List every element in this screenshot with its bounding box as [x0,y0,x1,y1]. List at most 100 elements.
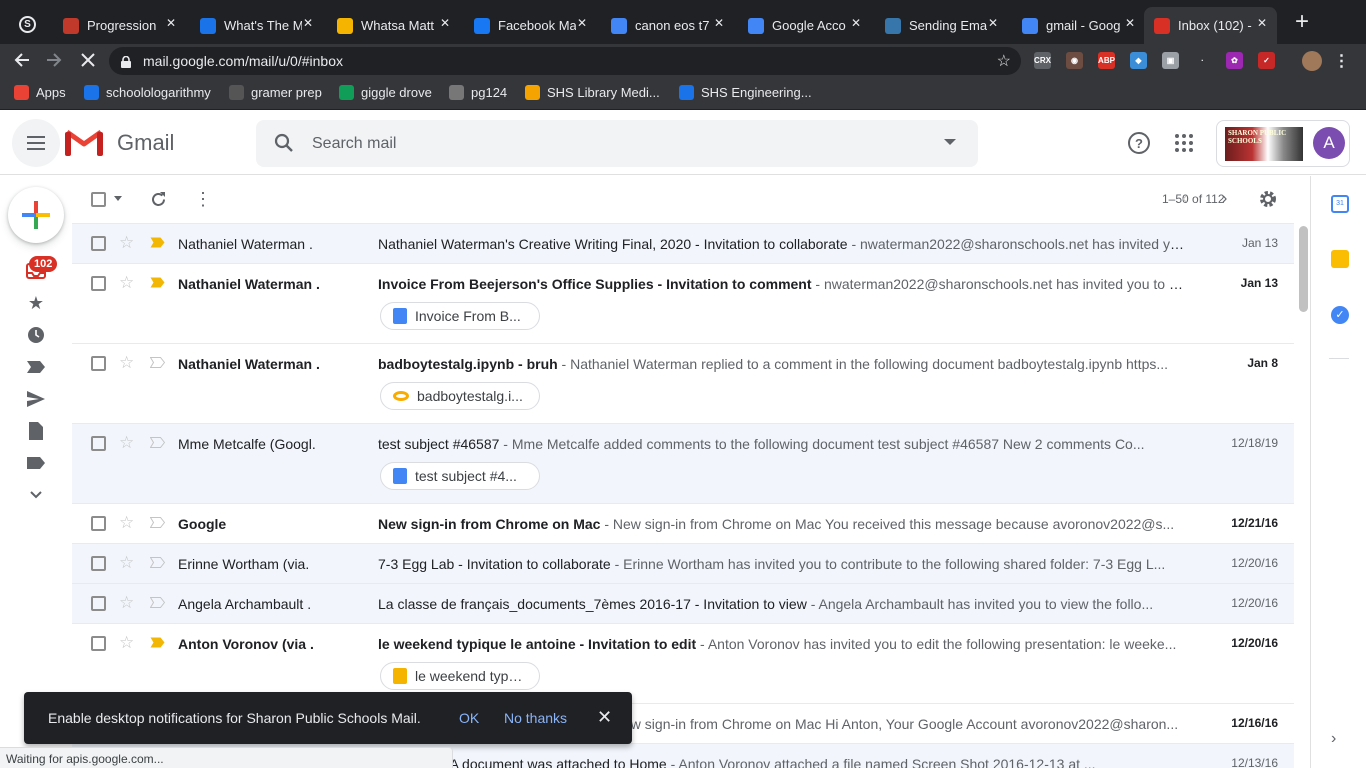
row-checkbox[interactable] [91,556,106,571]
tab[interactable]: Inbox (102) - ✕ [1144,7,1277,44]
bookmark-item[interactable]: giggle drove [339,85,432,100]
importance-marker-icon[interactable] [150,437,165,448]
search-bar[interactable] [256,120,978,167]
row-checkbox[interactable] [91,636,106,651]
select-all-checkbox[interactable] [91,192,106,207]
tab-close-icon[interactable]: ✕ [847,16,865,30]
starred-icon[interactable]: ★ [26,293,46,313]
older-page-icon[interactable]: › [1222,190,1227,208]
no-thanks-button[interactable]: No thanks [504,710,567,726]
forward-arrow-icon[interactable] [43,49,65,71]
keep-icon[interactable] [1331,250,1349,268]
tab[interactable]: Google Acco ✕ [738,7,871,44]
crx-icon[interactable]: CRX [1034,52,1051,69]
newer-page-icon[interactable]: ‹ [1182,190,1187,208]
bookmark-star-icon[interactable]: ☆ [997,51,1011,71]
email-row[interactable]: ☆ Nathaniel Waterman . badboytestalg.ipynb… [72,344,1294,424]
briefcase-icon[interactable]: ▣ [1162,52,1179,69]
label-tag-icon[interactable] [26,453,46,473]
star-icon[interactable]: ☆ [119,633,134,653]
select-dropdown-icon[interactable] [114,196,122,201]
help-icon[interactable]: ? [1128,132,1150,154]
search-input[interactable] [312,132,912,156]
star-icon[interactable]: ☆ [119,273,134,293]
star-icon[interactable]: ☆ [119,433,134,453]
stop-loading-icon[interactable] [77,49,99,71]
tab-close-icon[interactable]: ✕ [573,16,591,30]
show-side-panel-chevron-icon[interactable]: › [1331,730,1336,748]
star-icon[interactable]: ☆ [119,513,134,533]
email-row[interactable]: ☆ Mme Metcalfe (Googl. test subject #46587… [72,424,1294,504]
account-switcher[interactable]: SHARON PUBLIC SCHOOLS A [1216,120,1350,167]
checkmark-ext-icon[interactable]: ✓ [1258,52,1275,69]
more-actions-icon[interactable]: ⋮ [194,189,212,210]
row-checkbox[interactable] [91,516,106,531]
importance-marker-icon[interactable] [150,597,165,608]
importance-marker-icon[interactable] [150,277,165,288]
avatar[interactable]: A [1313,127,1345,159]
tab-close-icon[interactable]: ✕ [436,16,454,30]
calendar-icon[interactable]: 31 [1331,195,1349,213]
more-chevron-icon[interactable] [26,485,46,505]
search-icon[interactable] [274,133,294,153]
tab[interactable]: canon eos t7 ✕ [601,7,734,44]
kebab-menu-icon[interactable]: ⋮ [1333,52,1350,70]
importance-marker-icon[interactable] [150,517,165,528]
gmail-logo-icon[interactable] [65,128,103,156]
settings-gear-icon[interactable] [1259,190,1277,208]
email-row[interactable]: ☆ Nathaniel Waterman . Invoice From Beejer… [72,264,1294,344]
snoozed-clock-icon[interactable] [26,325,46,345]
address-bar[interactable]: mail.google.com/mail/u/0/#inbox ☆ [109,47,1021,75]
importance-marker-icon[interactable] [150,237,165,248]
tab-close-icon[interactable]: ✕ [1121,16,1139,30]
search-options-dropdown-icon[interactable] [944,139,956,145]
row-checkbox[interactable] [91,596,106,611]
dropbox-icon[interactable]: ◆ [1130,52,1147,69]
colorwheel-icon[interactable]: ✿ [1226,52,1243,69]
bookmark-item[interactable]: schoolologarithmy [84,85,211,100]
scrollbar-thumb[interactable] [1299,226,1308,312]
row-checkbox[interactable] [91,436,106,451]
sent-icon[interactable] [26,389,46,409]
bookmark-item[interactable]: Apps [14,85,66,100]
drafts-icon[interactable] [26,421,46,441]
importance-marker-icon[interactable] [150,357,165,368]
row-checkbox[interactable] [91,356,106,371]
profile-avatar-icon[interactable] [1302,51,1322,71]
attachment-chip[interactable]: test subject #4... [380,462,540,490]
tab[interactable]: Facebook Ma ✕ [464,7,597,44]
new-tab-button[interactable]: + [1290,10,1314,34]
email-row[interactable]: ☆ Google New sign-in from Chrome on Mac - … [72,504,1294,544]
star-icon[interactable]: ☆ [119,593,134,613]
bookmark-item[interactable]: SHS Library Medi... [525,85,660,100]
tab[interactable]: What's The M ✕ [190,7,323,44]
row-checkbox[interactable] [91,276,106,291]
attachment-chip[interactable]: badboytestalg.i... [380,382,540,410]
star-icon[interactable]: ☆ [119,233,134,253]
attachment-chip[interactable]: le weekend typi... [380,662,540,690]
bookmark-item[interactable]: pg124 [449,85,507,100]
tab-close-icon[interactable]: ✕ [1253,16,1271,30]
google-apps-icon[interactable] [1175,134,1193,152]
gmail-wordmark[interactable]: Gmail [117,130,174,156]
bookmark-item[interactable]: gramer prep [229,85,322,100]
tab-close-icon[interactable]: ✕ [299,16,317,30]
url-text[interactable]: mail.google.com/mail/u/0/#inbox [143,53,343,69]
tab-close-icon[interactable]: ✕ [162,16,180,30]
schoology-shortcut-icon[interactable]: S [19,16,36,33]
email-row[interactable]: ☆ Erinne Wortham (via. 7-3 Egg Lab - Invit… [72,544,1294,584]
main-menu-button[interactable] [12,119,60,167]
important-label-icon[interactable] [26,357,46,377]
tab[interactable]: gmail - Goog ✕ [1012,7,1145,44]
owl-icon[interactable]: ◉ [1066,52,1083,69]
row-checkbox[interactable] [91,236,106,251]
tasks-icon[interactable]: ✓ [1331,306,1349,324]
leaf-icon[interactable]: · [1194,52,1211,69]
tab[interactable]: Progression ✕ [53,7,186,44]
refresh-icon[interactable] [150,191,167,208]
compose-button[interactable] [8,187,64,243]
tab-close-icon[interactable]: ✕ [710,16,728,30]
tab-close-icon[interactable]: ✕ [984,16,1002,30]
abp-icon[interactable]: ABP [1098,52,1115,69]
back-arrow-icon[interactable] [11,49,33,71]
